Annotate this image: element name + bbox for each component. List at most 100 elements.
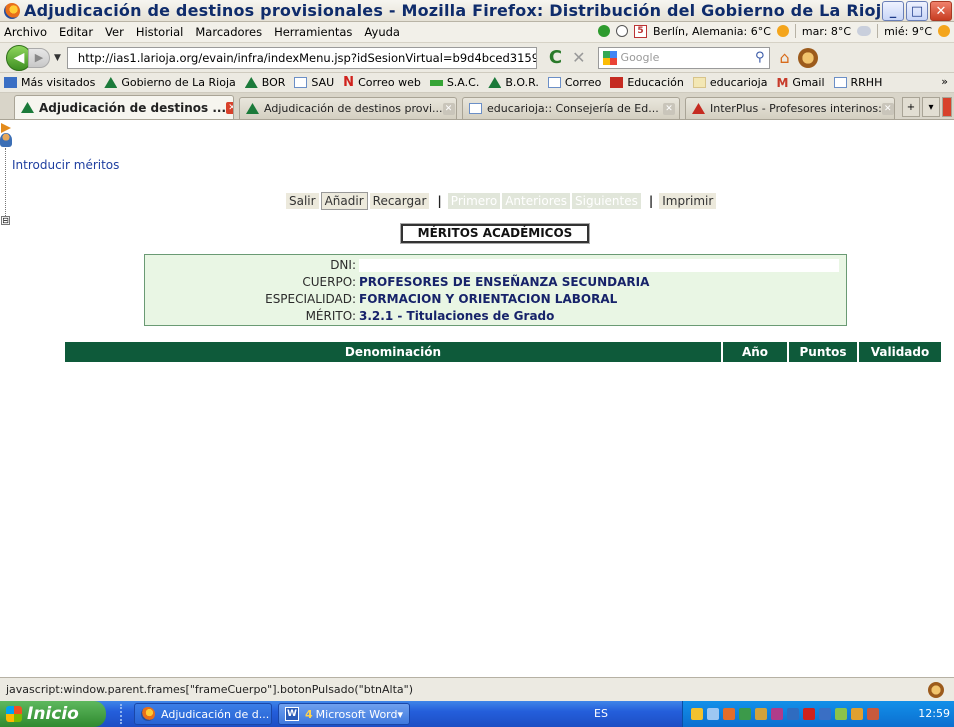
calendar-icon[interactable]: 5 [634,24,648,38]
chevron-down-icon: ▾ [397,707,404,721]
stop-icon[interactable]: ✕ [572,48,585,67]
tab-list-button[interactable]: ▾ [922,97,940,117]
tab-close-icon[interactable]: ✕ [442,102,455,115]
bookmark-correo[interactable]: Correo [547,76,602,89]
separator [877,24,879,38]
bookmark-educarioja[interactable]: educarioja [692,76,768,89]
app-tray-icon[interactable] [755,708,767,720]
page-icon [469,103,482,114]
bookmark-b-o-r[interactable]: B.O.R. [488,76,539,89]
menu-ver[interactable]: Ver [105,25,124,39]
weather-tuesday[interactable]: mar: 8°C [802,25,851,38]
tab-close-icon[interactable]: ✕ [663,102,675,115]
bookmark-sac[interactable]: S.A.C. [429,76,480,89]
menu-historial[interactable]: Historial [136,25,184,39]
menu-herramientas[interactable]: Herramientas [274,25,352,39]
user-icon [0,133,12,147]
app-tray-icon[interactable] [835,708,847,720]
column-anio[interactable]: Año [723,342,789,362]
new-tab-button[interactable]: + [902,97,920,117]
google-icon[interactable] [602,50,617,65]
tab-label: Adjudicación de destinos provi... [264,102,443,115]
tab-interplus[interactable]: InterPlus - Profesores interinos: ✕ [685,97,895,119]
rioja-icon [246,103,259,114]
tab-close-icon[interactable]: ✕ [226,101,233,114]
start-button[interactable]: Inicio [0,701,106,727]
search-placeholder[interactable]: Google [621,51,660,64]
weather-wednesday[interactable]: mié: 9°C [884,25,932,38]
security-icon[interactable] [691,708,703,720]
taskbar-item-firefox[interactable]: Adjudicación de d... [134,703,272,725]
bookmark-correo-web[interactable]: N Correo web [343,75,421,90]
maximize-button[interactable]: □ [906,1,928,21]
firefox-icon [141,707,155,721]
taskbar-item-word[interactable]: W 4 Microsoft Word ▾ [278,703,410,725]
tab-close-icon[interactable]: ✕ [881,102,894,115]
url-text[interactable]: http://ias1.larioja.org/evain/infra/inde… [78,51,536,65]
bookmark-label: S.A.C. [446,76,480,89]
menu-editar[interactable]: Editar [59,25,93,39]
bookmarks-more-chevron-icon[interactable]: » [941,75,948,88]
status-green-icon[interactable] [598,25,611,37]
search-box[interactable]: Google ⚲ [597,46,770,69]
recargar-button[interactable]: Recargar [369,193,430,209]
bookmark-educacion[interactable]: Educación [610,76,684,89]
app-tray-icon[interactable] [723,708,735,720]
sac-icon [429,79,443,86]
weather-today[interactable]: Berlín, Alemania: 6°C [653,25,771,38]
app-tray-icon[interactable] [739,708,751,720]
language-indicator[interactable]: ES [594,707,608,720]
bookmark-rrhh[interactable]: RRHH [833,76,882,89]
close-button[interactable]: ✕ [930,1,952,21]
bookmark-gmail[interactable]: M Gmail [776,76,824,90]
greasemonkey-status-icon[interactable] [928,682,944,698]
app-tray-icon[interactable] [787,708,799,720]
clock-icon[interactable] [616,25,629,37]
introducir-meritos-link[interactable]: Introducir méritos [12,158,119,174]
app-tray-icon[interactable] [771,708,783,720]
column-denominacion[interactable]: Denominación [65,342,723,362]
cuerpo-row: CUERPO: PROFESORES DE ENSEÑANZA SECUNDAR… [145,274,848,290]
rioja-icon [244,77,258,88]
tab-adjudicacion-active[interactable]: Adjudicación de destinos ... ✕ [14,95,234,119]
url-bar[interactable]: http://ias1.larioja.org/evain/infra/inde… [66,46,537,69]
app-tray-icon[interactable] [803,708,815,720]
sun-cloud-icon [938,25,950,37]
bookmark-gobierno-la-rioja[interactable]: Gobierno de La Rioja [104,76,236,89]
menu-ayuda[interactable]: Ayuda [364,25,400,39]
bookmark-sau[interactable]: SAU [294,76,334,89]
anteriores-button: Anteriores [502,193,571,209]
dni-row: DNI: [145,257,848,273]
network-icon[interactable] [707,708,719,720]
history-dropdown-icon[interactable]: ▼ [54,53,61,63]
tab-educarioja[interactable]: educarioja:: Consejería de Ed... ✕ [462,97,680,119]
forward-button[interactable]: ▶ [28,47,50,68]
bookmark-label: Correo [564,76,602,89]
salir-button[interactable]: Salir [286,193,319,209]
left-frame: ⊟ [0,120,26,677]
home-icon[interactable]: ⌂ [780,48,790,67]
weather-widget: 5 Berlín, Alemania: 6°C mar: 8°C mié: 9°… [598,24,950,38]
page-icon [547,77,561,88]
app-tray-icon[interactable] [867,708,879,720]
bookmark-bor[interactable]: BOR [244,76,285,89]
column-validado[interactable]: Validado [859,342,941,362]
menu-marcadores[interactable]: Marcadores [195,25,262,39]
column-puntos[interactable]: Puntos [789,342,859,362]
imprimir-button[interactable]: Imprimir [659,193,717,209]
tab-adjudicacion[interactable]: Adjudicación de destinos provi... ✕ [239,97,457,119]
cuerpo-label: CUERPO: [302,275,356,289]
close-tab-button[interactable] [942,97,952,117]
app-tray-icon[interactable] [851,708,863,720]
status-bar: javascript:window.parent.frames["frameCu… [0,677,954,701]
search-icon[interactable]: ⚲ [755,50,765,65]
minimize-button[interactable]: _ [882,1,904,21]
greasemonkey-icon[interactable] [797,47,818,68]
reload-icon[interactable]: C [549,47,562,68]
anadir-button[interactable]: Añadir [320,192,368,210]
bookmark-label: educarioja [709,76,768,89]
app-tray-icon[interactable] [819,708,831,720]
bookmark-mas-visitados[interactable]: Más visitados [4,76,95,89]
tree-collapse-icon[interactable]: ⊟ [1,216,10,225]
menu-archivo[interactable]: Archivo [4,25,47,39]
